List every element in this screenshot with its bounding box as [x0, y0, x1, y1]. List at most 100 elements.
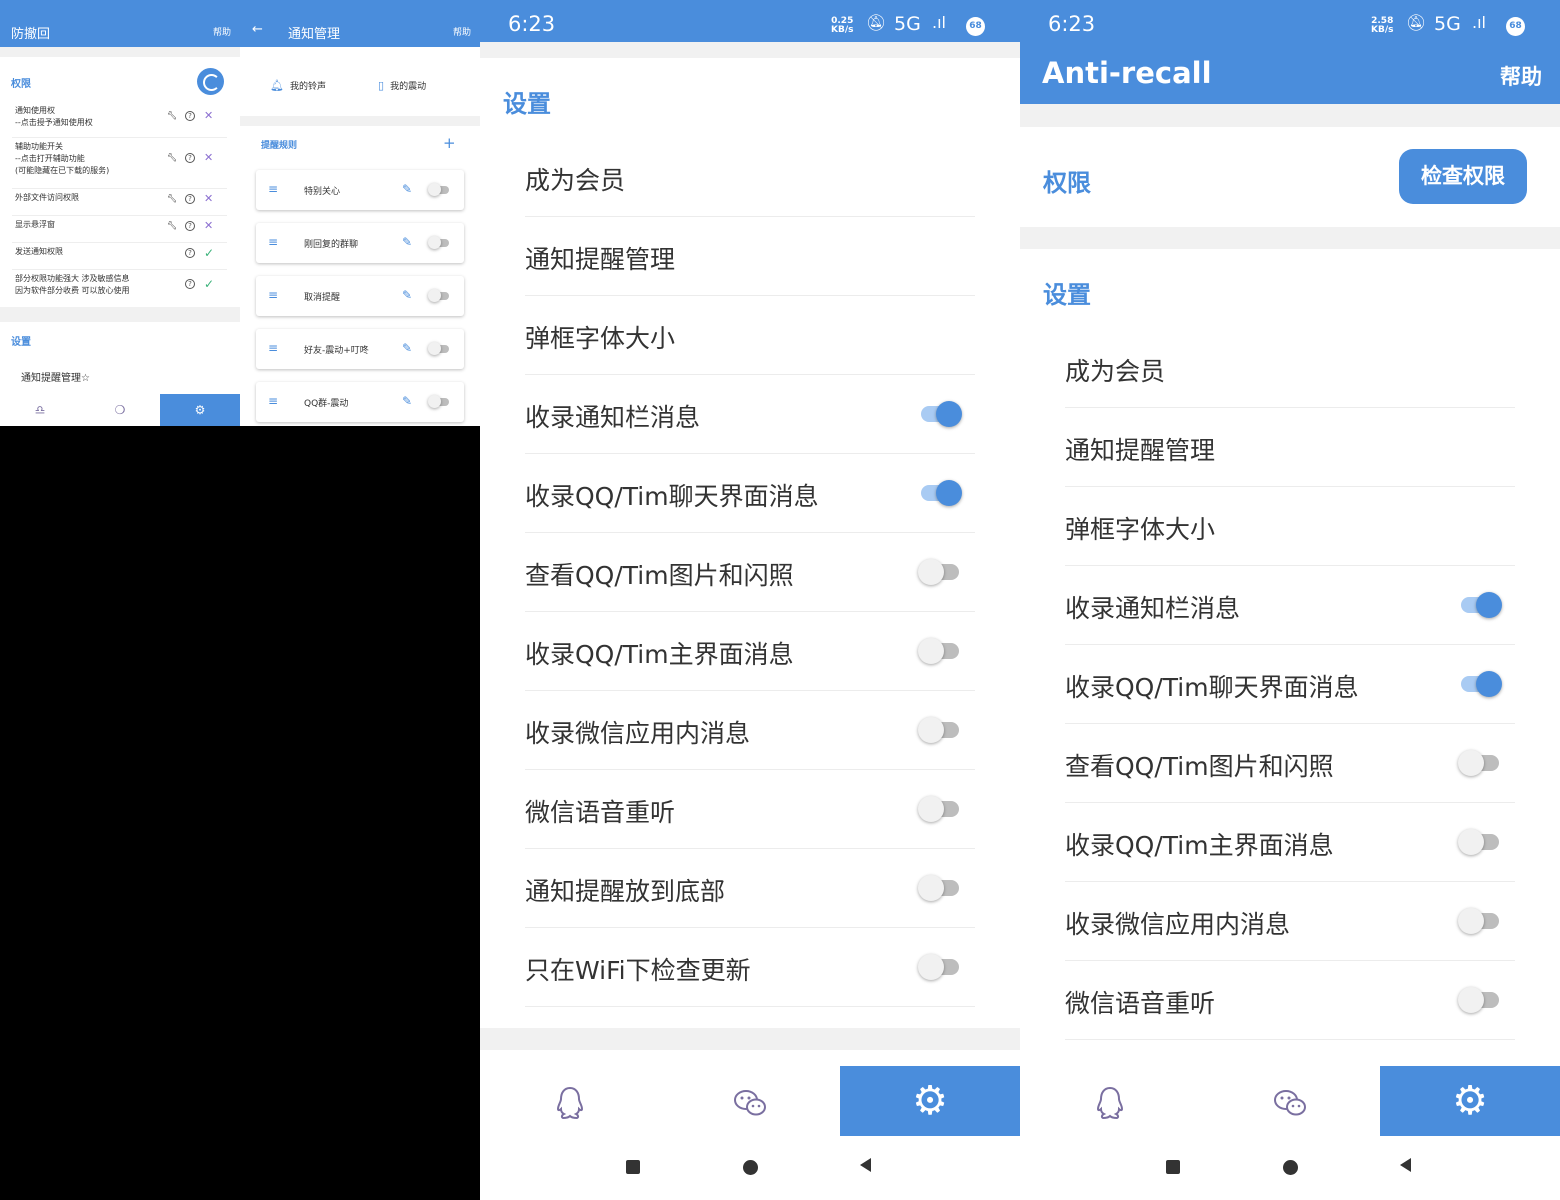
settings-item[interactable]: 成为会员 [1065, 329, 1515, 408]
toggle-switch[interactable] [1458, 829, 1502, 855]
recents-icon[interactable] [626, 1160, 640, 1174]
check-permissions-button[interactable] [197, 68, 224, 95]
toggle-switch[interactable] [918, 401, 962, 427]
settings-item-label: 收录QQ/Tim聊天界面消息 [1065, 673, 1359, 702]
help-icon[interactable]: ? [185, 221, 195, 231]
rule-item[interactable]: ≡ 取消提醒 ✎ [256, 276, 464, 316]
settings-item-notification-manager[interactable]: 通知提醒管理☆ [21, 369, 90, 384]
help-icon[interactable]: ? [185, 248, 195, 258]
toggle-switch[interactable] [1458, 592, 1502, 618]
drag-handle-icon[interactable]: ≡ [268, 288, 278, 302]
settings-item[interactable]: 收录QQ/Tim主界面消息 [525, 612, 975, 691]
settings-item[interactable]: 弹框字体大小 [525, 296, 975, 375]
home-icon[interactable] [743, 1160, 758, 1175]
toggle-switch[interactable] [918, 638, 962, 664]
help-icon[interactable]: ? [185, 111, 195, 121]
home-icon[interactable] [1283, 1160, 1298, 1175]
settings-item[interactable]: 收录QQ/Tim聊天界面消息 [1065, 645, 1515, 724]
edit-icon[interactable]: ✎ [402, 394, 412, 408]
settings-item[interactable]: 收录通知栏消息 [1065, 566, 1515, 645]
my-ringtone-button[interactable]: 🔔︎ 我的铃声 [270, 79, 326, 92]
rule-item[interactable]: ≡ 刚回复的群聊 ✎ [256, 223, 464, 263]
settings-item[interactable]: 收录QQ/Tim聊天界面消息 [525, 454, 975, 533]
edit-icon[interactable]: ✎ [402, 182, 412, 196]
wechat-icon [734, 1090, 766, 1116]
settings-item-label: 查看QQ/Tim图片和闪照 [525, 561, 794, 590]
drag-handle-icon[interactable]: ≡ [268, 394, 278, 408]
settings-item[interactable]: 收录通知栏消息 [525, 375, 975, 454]
toggle-switch[interactable] [918, 796, 962, 822]
wechat-tab[interactable]: ❍ [80, 394, 160, 426]
settings-item[interactable]: 收录微信应用内消息 [1065, 882, 1515, 961]
settings-item[interactable]: 查看QQ/Tim图片和闪照 [1065, 724, 1515, 803]
drag-handle-icon[interactable]: ≡ [268, 341, 278, 355]
help-icon[interactable]: ? [185, 279, 195, 289]
toggle-switch[interactable] [428, 342, 450, 355]
settings-item[interactable]: 收录微信应用内消息 [525, 691, 975, 770]
rule-item[interactable]: ≡ QQ群-震动 ✎ [256, 382, 464, 422]
toggle-switch[interactable] [1458, 908, 1502, 934]
toggle-switch[interactable] [918, 480, 962, 506]
toggle-switch[interactable] [428, 236, 450, 249]
back-icon[interactable] [860, 1158, 871, 1172]
bottom-nav: ⚙ [1020, 1050, 1560, 1136]
help-button[interactable]: 帮助 [1500, 61, 1542, 91]
check-permissions-button[interactable]: 检查权限 [1399, 149, 1527, 204]
settings-item[interactable]: 通知提醒放到底部 [525, 849, 975, 928]
toggle-switch[interactable] [428, 289, 450, 302]
recents-icon[interactable] [1166, 1160, 1180, 1174]
edit-icon[interactable]: ✎ [402, 235, 412, 249]
status-time: 6:23 [508, 12, 556, 36]
settings-item[interactable]: 成为会员 [525, 138, 975, 217]
wrench-icon[interactable]: 🔧︎ [167, 111, 177, 121]
toggle-switch[interactable] [428, 395, 450, 408]
toggle-switch[interactable] [428, 183, 450, 196]
wrench-icon[interactable]: 🔧︎ [167, 194, 177, 204]
toggle-switch[interactable] [918, 717, 962, 743]
toggle-switch[interactable] [1458, 750, 1502, 776]
settings-tab[interactable]: ⚙ [160, 394, 240, 426]
edit-icon[interactable]: ✎ [402, 341, 412, 355]
back-arrow-icon[interactable]: ← [252, 22, 263, 37]
my-vibration-button[interactable]: ▯ 我的震动 [378, 79, 426, 92]
wechat-tab[interactable] [660, 1066, 840, 1136]
rule-item[interactable]: ≡ 特别关心 ✎ [256, 170, 464, 210]
settings-item[interactable]: 弹框字体大小 [1065, 487, 1515, 566]
qq-tab[interactable] [1020, 1066, 1200, 1136]
settings-item-label: 查看QQ/Tim图片和闪照 [1065, 752, 1334, 781]
help-icon[interactable]: ? [185, 194, 195, 204]
settings-item[interactable]: 只在WiFi下检查更新 [525, 928, 975, 1007]
settings-item[interactable]: 收录QQ/Tim主界面消息 [1065, 803, 1515, 882]
drag-handle-icon[interactable]: ≡ [268, 235, 278, 249]
back-icon[interactable] [1400, 1158, 1411, 1172]
settings-item[interactable]: 微信语音重听 [1065, 961, 1515, 1040]
add-rule-icon[interactable]: + [443, 134, 456, 152]
settings-item[interactable]: 查看QQ/Tim图片和闪照 [525, 533, 975, 612]
toggle-switch[interactable] [918, 559, 962, 585]
edit-icon[interactable]: ✎ [402, 288, 412, 302]
settings-item[interactable]: 通知提醒管理 [1065, 408, 1515, 487]
help-button[interactable]: 帮助 [213, 25, 231, 38]
settings-title: 设置 [503, 90, 551, 118]
help-button[interactable]: 帮助 [453, 25, 471, 38]
rule-item[interactable]: ≡ 好友-震动+叮咚 ✎ [256, 329, 464, 369]
toggle-switch[interactable] [918, 875, 962, 901]
qq-tab[interactable]: ♎ [0, 394, 80, 426]
settings-item[interactable]: 微信语音重听 [525, 770, 975, 849]
wechat-tab[interactable] [1200, 1066, 1380, 1136]
wrench-icon[interactable]: 🔧︎ [167, 221, 177, 231]
toggle-switch[interactable] [918, 954, 962, 980]
settings-tab[interactable]: ⚙ [840, 1066, 1020, 1136]
divider [12, 188, 227, 189]
toggle-switch[interactable] [1458, 987, 1502, 1013]
toggle-knob [918, 875, 944, 901]
help-icon[interactable]: ? [185, 153, 195, 163]
vibrate-icon: ▯ [378, 79, 385, 92]
settings-item[interactable]: 通知提醒管理 [525, 217, 975, 296]
toggle-switch[interactable] [1458, 671, 1502, 697]
settings-tab[interactable]: ⚙ [1380, 1066, 1560, 1136]
permissions-title: 权限 [11, 79, 31, 90]
qq-tab[interactable] [480, 1066, 660, 1136]
wrench-icon[interactable]: 🔧︎ [167, 153, 177, 163]
drag-handle-icon[interactable]: ≡ [268, 182, 278, 196]
